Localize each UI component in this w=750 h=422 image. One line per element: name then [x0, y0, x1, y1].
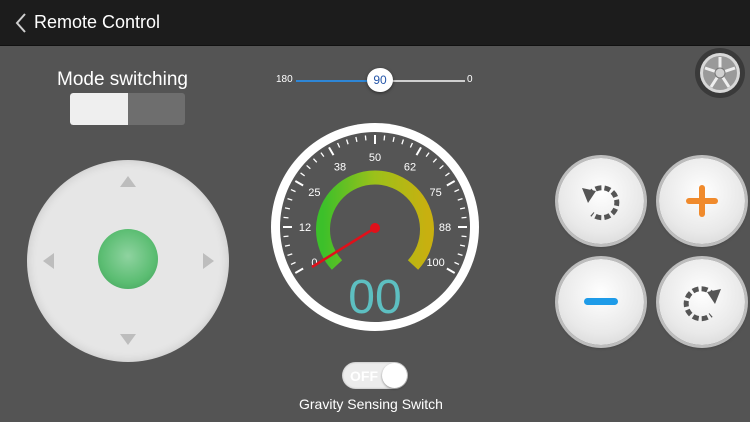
mode-switching-label: Mode switching [57, 69, 188, 90]
toggle-knob [382, 363, 407, 388]
mode-switch-knob [70, 93, 128, 125]
plus-button[interactable] [659, 158, 745, 244]
speedometer-gauge: 012253850627588100 00 [271, 123, 479, 331]
rotate-ccw-icon [582, 185, 620, 221]
gauge-tick-label: 25 [308, 187, 320, 199]
gauge-needle-hub [370, 223, 380, 233]
back-button[interactable] [14, 11, 34, 35]
gauge-tick [383, 135, 386, 141]
gauge-tick-label: 12 [299, 222, 311, 234]
chevron-left-icon [15, 13, 26, 33]
wheel-icon [695, 48, 745, 98]
gauge-tick-label: 38 [334, 161, 346, 173]
gravity-sensing-label: Gravity Sensing Switch [299, 396, 443, 412]
arrow-right-icon[interactable] [203, 253, 214, 269]
gauge-tick [283, 216, 289, 219]
rotate-left-button[interactable] [558, 158, 644, 244]
arrow-down-icon[interactable] [120, 334, 136, 345]
gauge-tick-label: 75 [429, 187, 441, 199]
page-title: Remote Control [34, 12, 161, 32]
toggle-state-text: OFF [350, 368, 378, 384]
wheel-button[interactable] [694, 47, 746, 99]
minus-icon [584, 298, 618, 305]
gauge-tick-label: 50 [369, 152, 381, 164]
rotate-right-button[interactable] [659, 259, 745, 345]
gauge-readout: 00 [348, 271, 401, 324]
plus-icon [686, 185, 718, 217]
navigation-bar: Remote Control [0, 0, 750, 46]
slider-min-label: 180 [276, 74, 293, 85]
arrow-left-icon[interactable] [43, 253, 54, 269]
slider-max-label: 0 [467, 74, 473, 85]
gauge-tick [283, 235, 289, 238]
rotate-cw-icon [683, 286, 721, 322]
gauge-tick [364, 135, 367, 141]
gauge-tick-label: 100 [426, 257, 444, 269]
speed-slider[interactable]: 180 90 0 [270, 68, 480, 92]
slider-thumb[interactable]: 90 [367, 68, 393, 92]
gravity-sensing-toggle[interactable]: OFF [342, 362, 408, 389]
mode-switch[interactable] [70, 93, 185, 125]
gauge-tick-label: 62 [404, 161, 416, 173]
minus-button[interactable] [558, 259, 644, 345]
gauge-tick-label: 88 [439, 222, 451, 234]
direction-pad[interactable] [27, 160, 229, 362]
arrow-up-icon[interactable] [120, 176, 136, 187]
gauge-tick [461, 235, 467, 238]
slider-track-empty [381, 80, 465, 82]
gauge-tick [461, 216, 467, 219]
joystick-knob[interactable] [98, 229, 158, 289]
